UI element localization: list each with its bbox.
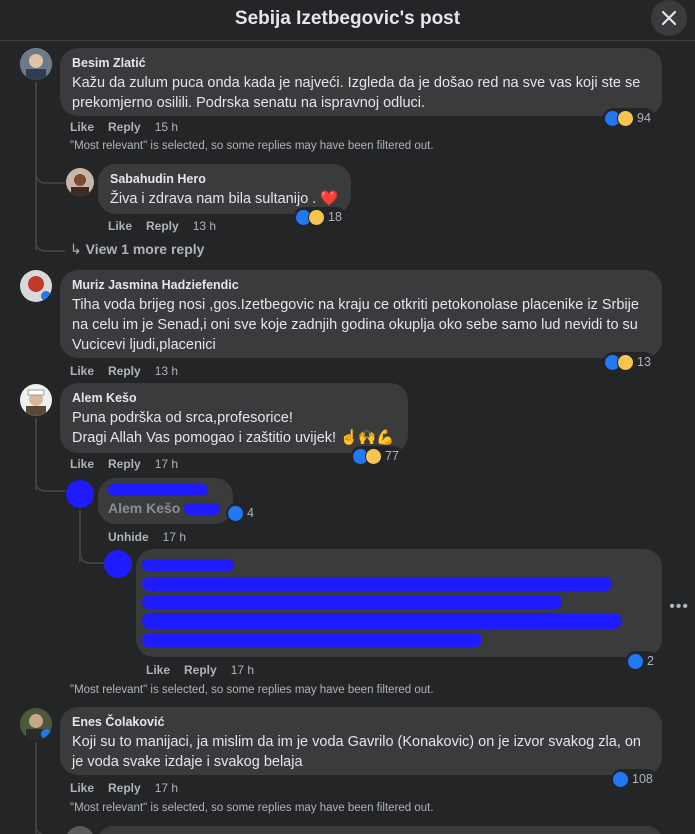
filter-note: "Most relevant" is selected, so some rep… bbox=[70, 684, 434, 696]
comment-time[interactable]: 13 h bbox=[193, 219, 216, 233]
reply-button[interactable]: Reply bbox=[184, 663, 217, 677]
hidden-reply-bubble: Alem Kešo bbox=[98, 478, 233, 524]
comment-author[interactable]: Sabahudin Hero bbox=[110, 172, 339, 186]
reaction-count[interactable]: 13 bbox=[603, 352, 655, 372]
comment-bubble: Besim Zlatić Kažu da zulum puca onda kad… bbox=[60, 48, 662, 116]
comment-actions: Like Reply 15 h bbox=[70, 120, 192, 134]
comment-time[interactable]: 17 h bbox=[155, 781, 178, 795]
redaction-mark bbox=[184, 503, 220, 515]
comment-text: Dragi Allah Vas pomogao i zaštitio uvije… bbox=[72, 430, 395, 446]
reply-arrow-icon: ↳ bbox=[70, 241, 82, 257]
comment-time[interactable]: 17 h bbox=[155, 457, 178, 471]
avatar[interactable] bbox=[20, 708, 52, 740]
like-button[interactable]: Like bbox=[70, 364, 94, 378]
avatar[interactable] bbox=[20, 384, 52, 416]
comment-author[interactable]: Besim Zlatić bbox=[72, 56, 650, 70]
comment-actions: Unhide 17 h bbox=[108, 530, 200, 544]
comment-actions: Like Reply 17 h bbox=[70, 457, 192, 471]
reply-button[interactable]: Reply bbox=[108, 364, 141, 378]
comment-bubble: Enes Čolaković Koji su to manijaci, ja m… bbox=[60, 707, 662, 775]
redaction-mark bbox=[142, 577, 612, 591]
comment-author[interactable]: Muriz Jasmina Hadziefendic bbox=[72, 278, 650, 292]
reply-button[interactable]: Reply bbox=[108, 457, 141, 471]
comment-bubble: Alem Kešo Puna podrška od srca,profesori… bbox=[60, 383, 408, 453]
close-icon bbox=[661, 10, 677, 26]
close-button[interactable] bbox=[651, 0, 687, 36]
comment-actions: Like Reply 17 h bbox=[70, 781, 192, 795]
view-more-replies-link[interactable]: ↳ View 1 more reply bbox=[70, 241, 204, 258]
dialog-header: Sebija Izetbegovic's post bbox=[0, 0, 695, 41]
unhide-button[interactable]: Unhide bbox=[108, 530, 149, 544]
filter-note: "Most relevant" is selected, so some rep… bbox=[70, 802, 434, 814]
comment-text: Živa i zdrava nam bila sultanijo . ❤️ bbox=[110, 191, 339, 207]
reaction-count[interactable]: 18 bbox=[294, 207, 346, 227]
haha-reaction-icon bbox=[365, 447, 382, 465]
comment-actions: Like Reply 13 h bbox=[70, 364, 192, 378]
comment-text: Kažu da zulum puca onda kada je najveći.… bbox=[72, 75, 641, 111]
filter-note: "Most relevant" is selected, so some rep… bbox=[70, 140, 434, 152]
like-button[interactable]: Like bbox=[70, 781, 94, 795]
like-reaction-icon bbox=[227, 504, 244, 522]
reaction-count[interactable]: 94 bbox=[603, 108, 655, 128]
reply-button[interactable]: Reply bbox=[146, 219, 179, 233]
redacted-reply-bubble bbox=[136, 549, 662, 657]
like-button[interactable]: Like bbox=[70, 120, 94, 134]
like-reaction-icon bbox=[627, 652, 644, 670]
mention-text: Alem Kešo bbox=[108, 500, 181, 516]
reply-connector bbox=[35, 476, 65, 492]
like-button[interactable]: Like bbox=[108, 219, 132, 233]
reply-bubble bbox=[98, 826, 662, 834]
post-dialog: Sebija Izetbegovic's post Besim Zlatić K… bbox=[0, 0, 695, 834]
comment-actions: Like Reply 13 h bbox=[108, 219, 230, 233]
thread-line bbox=[35, 82, 37, 250]
dialog-title: Sebija Izetbegovic's post bbox=[234, 8, 461, 29]
avatar[interactable] bbox=[20, 270, 52, 302]
comment-author[interactable]: Alem Kešo bbox=[72, 391, 396, 405]
haha-reaction-icon bbox=[308, 208, 325, 226]
reply-button[interactable]: Reply bbox=[108, 120, 141, 134]
redacted-avatar[interactable] bbox=[104, 550, 132, 578]
comment-text: Puna podrška od srca,profesorice! bbox=[72, 410, 293, 426]
like-button[interactable]: Like bbox=[146, 663, 170, 677]
redaction-mark bbox=[142, 559, 234, 571]
redaction-mark bbox=[142, 613, 622, 629]
comment-bubble: Muriz Jasmina Hadziefendic Tiha voda bri… bbox=[60, 270, 662, 358]
reaction-count[interactable]: 2 bbox=[626, 651, 658, 671]
comment-author[interactable]: Enes Čolaković bbox=[72, 715, 650, 729]
haha-reaction-icon bbox=[617, 109, 634, 127]
haha-reaction-icon bbox=[617, 353, 634, 371]
comment-time[interactable]: 15 h bbox=[155, 120, 178, 134]
avatar[interactable] bbox=[66, 168, 94, 196]
avatar[interactable] bbox=[66, 826, 94, 834]
reaction-count[interactable]: 77 bbox=[351, 446, 403, 466]
comment-text: Tiha voda brijeg nosi ,gos.Izetbegovic n… bbox=[72, 297, 639, 353]
reply-connector bbox=[35, 168, 65, 184]
reply-connector bbox=[35, 820, 65, 834]
like-reaction-icon bbox=[612, 770, 629, 788]
redaction-mark bbox=[142, 633, 482, 647]
comment-actions: Like Reply 17 h bbox=[146, 663, 268, 677]
redaction-mark bbox=[142, 595, 562, 609]
comment-time[interactable]: 17 h bbox=[163, 530, 186, 544]
reply-button[interactable]: Reply bbox=[108, 781, 141, 795]
more-options-icon[interactable]: ••• bbox=[669, 598, 689, 616]
redacted-avatar[interactable] bbox=[66, 480, 94, 508]
redaction-mark bbox=[108, 484, 208, 496]
comment-time[interactable]: 17 h bbox=[231, 663, 254, 677]
comment-text: Koji su to manijaci, ja mislim da im je … bbox=[72, 734, 641, 770]
like-button[interactable]: Like bbox=[70, 457, 94, 471]
avatar[interactable] bbox=[20, 48, 52, 80]
reply-connector bbox=[35, 236, 65, 252]
reaction-count[interactable]: 108 bbox=[611, 769, 657, 789]
reaction-count[interactable]: 4 bbox=[226, 503, 258, 523]
comment-time[interactable]: 13 h bbox=[155, 364, 178, 378]
